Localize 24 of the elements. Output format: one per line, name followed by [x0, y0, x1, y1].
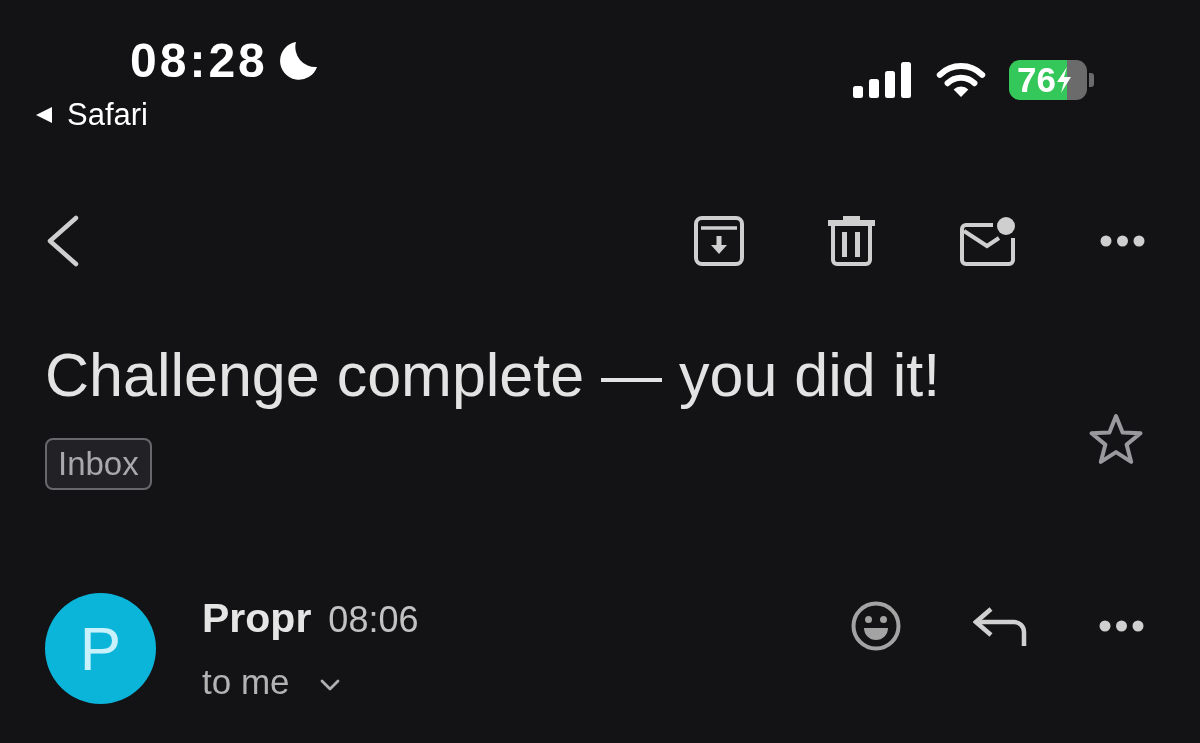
signal-bars-icon — [853, 62, 913, 98]
sent-time: 08:06 — [328, 598, 419, 642]
smiley-face-icon[interactable] — [851, 601, 901, 651]
email-subject: Challenge complete — you did it! — [45, 340, 941, 410]
more-options-icon[interactable] — [1099, 620, 1144, 632]
label-chip: Inbox — [45, 438, 152, 490]
mail-unread-icon[interactable] — [959, 216, 1016, 266]
battery-terminal — [1089, 73, 1094, 87]
back-triangle-icon — [36, 107, 52, 123]
trash-icon[interactable] — [828, 216, 875, 266]
charging-bolt-icon — [1055, 67, 1072, 93]
more-options-icon[interactable] — [1100, 235, 1145, 247]
status-time: 08:28 — [130, 36, 268, 86]
back-chevron-icon[interactable] — [45, 215, 79, 267]
back-to-app-link[interactable]: Safari — [36, 98, 148, 132]
recipient-label: to me — [202, 662, 290, 702]
moon-icon — [279, 41, 318, 81]
chevron-down-icon[interactable] — [319, 679, 340, 691]
sender-avatar: P — [45, 593, 156, 704]
star-icon[interactable] — [1087, 413, 1145, 465]
archive-icon[interactable] — [694, 216, 744, 266]
sender-name: Propr — [202, 594, 312, 642]
wifi-icon — [935, 62, 987, 98]
battery-percentage: 76 — [1017, 60, 1056, 100]
